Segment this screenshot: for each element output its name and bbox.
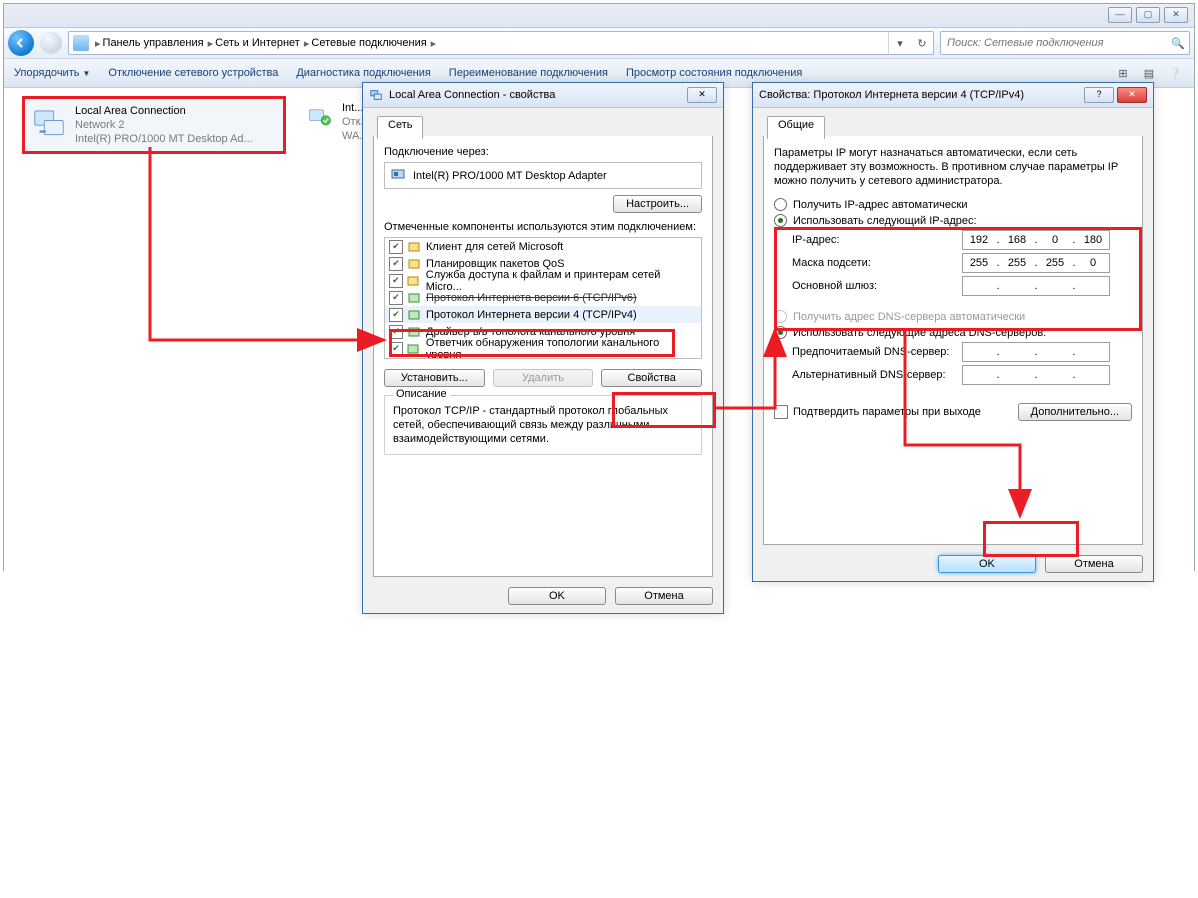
help-icon[interactable]: ❔ bbox=[1166, 67, 1184, 80]
dialog-ipv4-properties: Свойства: Протокол Интернета версии 4 (T… bbox=[752, 82, 1154, 582]
ip-address-label: IP-адрес: bbox=[792, 234, 962, 246]
uninstall-button: Удалить bbox=[493, 369, 594, 387]
toolbar-organize[interactable]: Упорядочить▼ bbox=[14, 67, 90, 79]
nav-back-button[interactable] bbox=[8, 30, 34, 56]
tab-general[interactable]: Общие bbox=[767, 116, 825, 139]
toolbar-disable-device[interactable]: Отключение сетевого устройства bbox=[108, 67, 278, 79]
adapter-icon bbox=[391, 167, 407, 184]
connection-adapter: Intel(R) PRO/1000 MT Desktop Ad... bbox=[75, 132, 253, 146]
minimize-button[interactable]: — bbox=[1108, 7, 1132, 23]
preview-pane-icon[interactable]: ▤ bbox=[1140, 67, 1158, 80]
dns2-field[interactable]: ... bbox=[962, 365, 1110, 385]
toolbar-diagnose[interactable]: Диагностика подключения bbox=[296, 67, 430, 79]
properties-button[interactable]: Свойства bbox=[601, 369, 702, 387]
components-used-label: Отмеченные компоненты используются этим … bbox=[384, 221, 702, 233]
crumb-network-internet[interactable]: Сеть и Интернет bbox=[215, 37, 300, 49]
radio-ip-auto[interactable]: Получить IP-адрес автоматически bbox=[774, 198, 1132, 211]
client-icon bbox=[407, 240, 422, 253]
connection-icon-2 bbox=[306, 99, 336, 145]
dialog1-close-button[interactable]: ✕ bbox=[687, 87, 717, 103]
toolbar-rename[interactable]: Переименование подключения bbox=[449, 67, 608, 79]
radio-ip-manual[interactable]: Использовать следующий IP-адрес: bbox=[774, 214, 1132, 227]
search-icon: 🔍 bbox=[1171, 37, 1185, 50]
checkbox-icon[interactable]: ✔ bbox=[389, 308, 403, 322]
connection-icon bbox=[29, 102, 69, 142]
qos-icon bbox=[407, 257, 422, 270]
search-box[interactable]: 🔍 bbox=[940, 31, 1190, 55]
checkbox-icon[interactable]: ✔ bbox=[389, 342, 403, 356]
subnet-mask-field[interactable]: 255.255.255.0 bbox=[962, 253, 1110, 273]
checkbox-icon[interactable]: ✔ bbox=[389, 257, 403, 271]
dialog2-title: Свойства: Протокол Интернета версии 4 (T… bbox=[759, 89, 1024, 101]
configure-button[interactable]: Настроить... bbox=[613, 195, 702, 213]
gateway-field[interactable]: ... bbox=[962, 276, 1110, 296]
connection-name: Local Area Connection bbox=[75, 104, 253, 118]
file-share-icon bbox=[407, 274, 422, 287]
connect-using-label: Подключение через: bbox=[384, 146, 702, 158]
network-small-icon bbox=[369, 88, 383, 102]
maximize-button[interactable]: ▢ bbox=[1136, 7, 1160, 23]
refresh-button[interactable]: ↻ bbox=[911, 32, 933, 54]
intro-text: Параметры IP могут назначаться автоматич… bbox=[774, 146, 1132, 188]
lldp-icon bbox=[407, 325, 422, 338]
dns1-label: Предпочитаемый DNS-сервер: bbox=[792, 346, 962, 358]
subnet-mask-label: Маска подсети: bbox=[792, 257, 962, 269]
description-text: Протокол TCP/IP - стандартный протокол г… bbox=[393, 404, 693, 446]
dialog2-help-button[interactable]: ? bbox=[1084, 87, 1114, 103]
connection-item-local-area[interactable]: Local Area Connection Network 2 Intel(R)… bbox=[22, 96, 286, 154]
advanced-button[interactable]: Дополнительно... bbox=[1018, 403, 1132, 421]
dns2-label: Альтернативный DNS-сервер: bbox=[792, 369, 962, 381]
dialog-connection-properties: Local Area Connection - свойства ✕ Сеть … bbox=[362, 82, 724, 614]
window-titlebar: — ▢ ✕ bbox=[4, 4, 1194, 28]
radio-on-icon bbox=[774, 326, 787, 339]
radio-dns-auto: Получить адрес DNS-сервера автоматически bbox=[774, 310, 1132, 323]
validate-label: Подтвердить параметры при выходе bbox=[793, 406, 981, 418]
radio-dns-manual[interactable]: Использовать следующие адреса DNS-сервер… bbox=[774, 326, 1132, 339]
component-row[interactable]: ✔Служба доступа к файлам и принтерам сет… bbox=[385, 272, 701, 289]
ipv4-icon bbox=[407, 308, 422, 321]
gateway-label: Основной шлюз: bbox=[792, 280, 962, 292]
radio-icon bbox=[774, 310, 787, 323]
dialog1-cancel-button[interactable]: Отмена bbox=[615, 587, 713, 605]
dropdown-history-button[interactable]: ▾ bbox=[889, 32, 911, 54]
radio-on-icon bbox=[774, 214, 787, 227]
close-button[interactable]: ✕ bbox=[1164, 7, 1188, 23]
dialog2-ok-button[interactable]: OK bbox=[938, 555, 1036, 573]
dialog2-close-button[interactable]: ✕ bbox=[1117, 87, 1147, 103]
component-row[interactable]: ✔Ответчик обнаружения топологии канально… bbox=[385, 340, 701, 357]
dialog1-ok-button[interactable]: OK bbox=[508, 587, 606, 605]
ipv6-icon bbox=[407, 291, 422, 304]
checkbox-icon[interactable]: ✔ bbox=[389, 240, 403, 254]
dialog2-titlebar: Свойства: Протокол Интернета версии 4 (T… bbox=[753, 83, 1153, 108]
adapter-box: Intel(R) PRO/1000 MT Desktop Adapter bbox=[384, 162, 702, 189]
checkbox-icon[interactable]: ✔ bbox=[389, 274, 403, 288]
toolbar-status[interactable]: Просмотр состояния подключения bbox=[626, 67, 802, 79]
radio-icon bbox=[774, 198, 787, 211]
dialog1-title: Local Area Connection - свойства bbox=[389, 89, 555, 101]
checkbox-icon[interactable]: ✔ bbox=[389, 325, 403, 339]
checkbox-icon[interactable]: ✔ bbox=[389, 291, 403, 305]
search-input[interactable] bbox=[945, 36, 1167, 50]
component-row-ipv4[interactable]: ✔Протокол Интернета версии 4 (TCP/IPv4) bbox=[385, 306, 701, 323]
breadcrumb[interactable]: ▸ Панель управления ▸ Сеть и Интернет ▸ … bbox=[68, 31, 934, 55]
dialog1-titlebar: Local Area Connection - свойства ✕ bbox=[363, 83, 723, 108]
component-row[interactable]: ✔Клиент для сетей Microsoft bbox=[385, 238, 701, 255]
ip-address-field[interactable]: 192.168.0.180 bbox=[962, 230, 1110, 250]
lltd-icon bbox=[407, 342, 422, 355]
validate-checkbox[interactable] bbox=[774, 405, 788, 419]
dns1-field[interactable]: ... bbox=[962, 342, 1110, 362]
view-icon[interactable]: ⊞ bbox=[1114, 67, 1132, 80]
network-icon bbox=[73, 35, 89, 51]
description-label: Описание bbox=[393, 388, 450, 400]
install-button[interactable]: Установить... bbox=[384, 369, 485, 387]
tab-network[interactable]: Сеть bbox=[377, 116, 423, 139]
crumb-control-panel[interactable]: Панель управления bbox=[103, 37, 204, 49]
dialog2-cancel-button[interactable]: Отмена bbox=[1045, 555, 1143, 573]
components-list[interactable]: ✔Клиент для сетей Microsoft ✔Планировщик… bbox=[384, 237, 702, 359]
crumb-network-connections[interactable]: Сетевые подключения bbox=[311, 37, 426, 49]
adapter-name: Intel(R) PRO/1000 MT Desktop Adapter bbox=[413, 170, 607, 182]
address-bar-row: ▸ Панель управления ▸ Сеть и Интернет ▸ … bbox=[4, 28, 1194, 59]
connection-network: Network 2 bbox=[75, 118, 253, 132]
nav-forward-button[interactable] bbox=[40, 32, 62, 54]
